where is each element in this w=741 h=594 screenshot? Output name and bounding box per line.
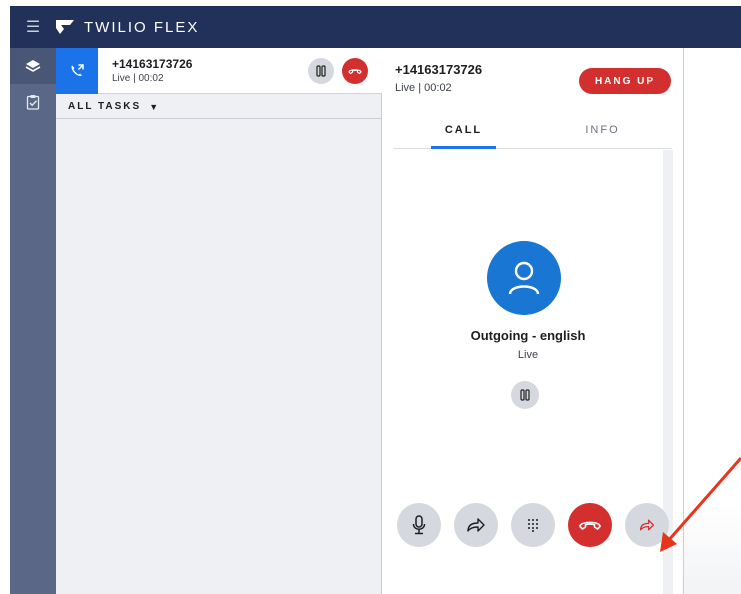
- app-header: ☰ TWILIO FLEX: [10, 6, 741, 48]
- phone-hangup-icon: [348, 68, 362, 74]
- task-actions: [308, 57, 368, 84]
- hamburger-menu-icon[interactable]: ☰: [10, 6, 56, 48]
- sidebar-item-agent-desktop[interactable]: [10, 48, 56, 84]
- caller-status: Live: [517, 349, 539, 361]
- dialpad-icon: [528, 519, 538, 532]
- call-tabs: CALL INFO: [394, 116, 672, 149]
- task-list-panel: +14163173726 Live | 00:02 ALL TASKS ▼: [56, 47, 382, 594]
- page-margin: [0, 0, 10, 594]
- flex-app: ☰ TWILIO FLEX +14163173726 Live | 00:02 …: [0, 0, 741, 594]
- custom-transfer-button[interactable]: [625, 503, 669, 547]
- task-card[interactable]: +14163173726 Live | 00:02: [56, 47, 382, 94]
- pause-icon: [316, 64, 326, 77]
- task-filter-label: ALL TASKS: [68, 101, 142, 112]
- call-canvas: +14163173726 Live | 00:02 HANG UP CALL I…: [383, 48, 684, 594]
- pause-icon: [520, 389, 530, 401]
- call-status: Live | 00:02: [395, 82, 452, 94]
- call-controls: [397, 503, 669, 547]
- sidebar-item-tasks[interactable]: [10, 84, 56, 120]
- task-hangup-button[interactable]: [342, 57, 368, 84]
- phone-hangup-icon: [579, 521, 601, 530]
- outbound-call-icon: [71, 63, 84, 76]
- task-hold-button[interactable]: [308, 57, 334, 84]
- brand: TWILIO FLEX: [56, 19, 199, 36]
- task-filter-dropdown[interactable]: ALL TASKS ▼: [56, 95, 382, 119]
- call-number: +14163173726: [395, 62, 483, 77]
- caller-name: Outgoing - english: [470, 328, 586, 343]
- twilio-flex-logo-icon: [56, 20, 74, 34]
- background-fade: [684, 505, 741, 594]
- layers-icon: [25, 60, 41, 72]
- task-status: Live | 00:02: [112, 73, 164, 84]
- caret-down-icon: ▼: [149, 101, 159, 112]
- task-channel-badge: [56, 47, 98, 94]
- clipboard-check-icon: [26, 95, 40, 110]
- avatar: [487, 241, 561, 315]
- forward-arrow-red-icon: [639, 519, 655, 531]
- forward-arrow-icon: [467, 518, 485, 532]
- mute-button[interactable]: [397, 503, 441, 547]
- task-info: +14163173726 Live | 00:02: [112, 57, 308, 84]
- task-number: +14163173726: [112, 57, 193, 71]
- hang-up-button[interactable]: HANG UP: [579, 68, 671, 94]
- tab-call[interactable]: CALL: [394, 116, 533, 149]
- transfer-button[interactable]: [454, 503, 498, 547]
- tab-info[interactable]: INFO: [533, 116, 672, 148]
- user-icon: [508, 261, 540, 295]
- participant-hold-button[interactable]: [511, 381, 539, 409]
- side-nav: [10, 48, 56, 594]
- dialpad-button[interactable]: [511, 503, 555, 547]
- hangup-call-button[interactable]: [568, 503, 612, 547]
- microphone-icon: [412, 515, 426, 535]
- brand-name: TWILIO FLEX: [84, 18, 200, 36]
